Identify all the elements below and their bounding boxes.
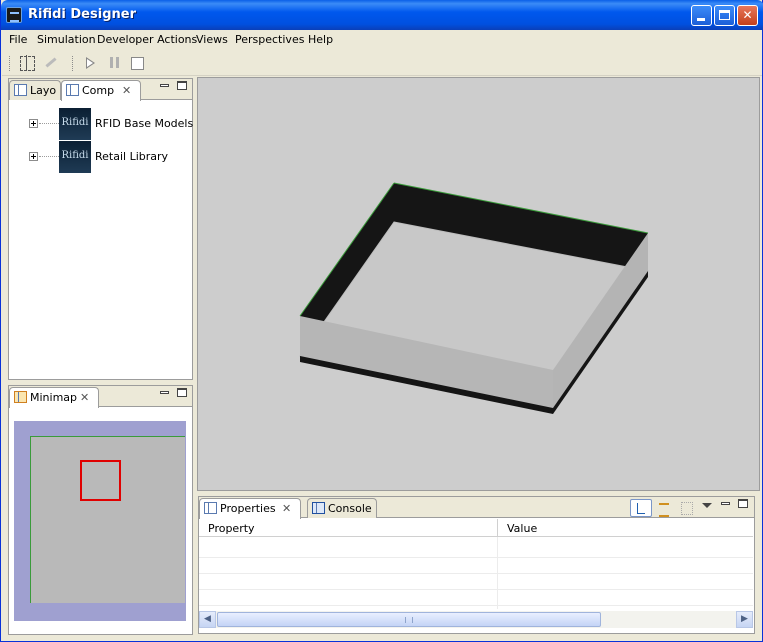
expand-icon[interactable] — [29, 119, 38, 128]
minimap-panel: Minimap ✕ — [8, 385, 193, 635]
scrollbar-grip-icon — [405, 617, 413, 623]
maximize-view-icon[interactable] — [177, 81, 187, 90]
table-row — [199, 605, 753, 606]
table-column-divider — [497, 537, 498, 609]
menu-views[interactable]: Views — [196, 33, 228, 46]
select-icon[interactable] — [19, 55, 35, 71]
tab-layout-label: Layo — [30, 84, 57, 97]
table-row — [199, 589, 753, 590]
layout-view-icon — [14, 84, 27, 96]
maximize-view-icon[interactable] — [177, 388, 187, 397]
stop-icon[interactable] — [129, 55, 145, 71]
filter-properties-icon[interactable] — [676, 499, 698, 517]
menu-help[interactable]: Help — [308, 33, 333, 46]
tab-properties-label: Properties — [220, 502, 276, 515]
tab-minimap[interactable]: Minimap ✕ — [9, 387, 99, 408]
minimize-button[interactable] — [691, 5, 712, 26]
scroll-right-button[interactable]: ▶ — [736, 611, 753, 628]
properties-tabstrip: Properties ✕ Console — [199, 497, 754, 519]
properties-panel: Properties ✕ Console Property Value ◀ ▶ — [198, 496, 755, 634]
table-row — [199, 573, 753, 574]
column-header-value[interactable]: Value — [507, 522, 537, 535]
close-button[interactable]: ✕ — [737, 5, 758, 26]
toolbar-grip[interactable] — [72, 56, 75, 71]
tab-minimap-label: Minimap — [30, 391, 78, 404]
rifidi-logo-icon: Rifidi — [59, 108, 91, 140]
components-tabstrip: Layo Comp ✕ — [9, 79, 192, 101]
minimize-view-icon[interactable] — [160, 84, 169, 87]
menu-simulation[interactable]: Simulation — [37, 33, 96, 46]
tree-connector — [39, 123, 59, 124]
close-icon: ✕ — [742, 8, 753, 22]
column-header-property[interactable]: Property — [208, 522, 255, 535]
components-panel: Layo Comp ✕ Rifidi RFID Base Models Rifi… — [8, 78, 193, 380]
column-separator[interactable] — [497, 519, 498, 537]
components-view-icon — [66, 84, 79, 96]
toolbar-grip[interactable] — [9, 56, 12, 71]
minimize-view-icon[interactable] — [721, 502, 730, 505]
scroll-left-button[interactable]: ◀ — [199, 611, 216, 628]
minimap-tabstrip: Minimap ✕ — [9, 386, 192, 408]
minimap-view-icon — [14, 391, 27, 403]
categories-toggle-icon[interactable] — [630, 499, 652, 517]
tree-item-label: Retail Library — [95, 150, 169, 163]
close-tab-icon[interactable]: ✕ — [282, 502, 291, 515]
properties-table-header: Property Value — [199, 519, 753, 537]
tree-item-label: RFID Base Models — [95, 117, 194, 130]
wand-icon[interactable] — [42, 55, 58, 71]
title-bar[interactable]: Rifidi Designer ✕ — [1, 0, 763, 30]
application-window: Rifidi Designer ✕ File Simulation Develo… — [0, 0, 763, 642]
tab-console-label: Console — [328, 502, 372, 515]
tab-components[interactable]: Comp ✕ — [61, 80, 141, 101]
tab-console[interactable]: Console — [307, 498, 377, 518]
table-row — [199, 557, 753, 558]
expand-icon[interactable] — [29, 152, 38, 161]
tab-components-label: Comp — [82, 84, 115, 97]
minimize-icon — [697, 18, 705, 21]
minimize-view-icon[interactable] — [160, 391, 169, 394]
menu-developer-actions[interactable]: Developer Actions — [97, 33, 197, 46]
menu-file[interactable]: File — [9, 33, 27, 46]
scene-canvas[interactable] — [198, 78, 759, 490]
maximize-icon — [719, 10, 730, 20]
tree-connector — [39, 156, 59, 157]
tab-layout[interactable]: Layo — [9, 80, 61, 100]
tab-properties[interactable]: Properties ✕ — [199, 498, 301, 519]
pause-icon[interactable] — [107, 55, 123, 71]
properties-view-icon — [204, 502, 217, 514]
maximize-view-icon[interactable] — [738, 499, 748, 508]
rifidi-logo-icon: Rifidi — [59, 141, 91, 173]
close-tab-icon[interactable]: ✕ — [80, 391, 89, 404]
advanced-properties-icon[interactable] — [654, 499, 676, 517]
window-title: Rifidi Designer — [28, 7, 136, 22]
close-tab-icon[interactable]: ✕ — [122, 84, 131, 97]
view-menu-icon[interactable] — [702, 503, 712, 508]
properties-horizontal-scrollbar[interactable]: ◀ ▶ — [199, 611, 753, 628]
rifidi-app-icon[interactable] — [6, 7, 22, 23]
3d-scene-view[interactable] — [197, 77, 760, 491]
console-view-icon — [312, 502, 325, 514]
scrollbar-thumb[interactable] — [217, 612, 601, 627]
menu-bar: File Simulation Developer Actions Views … — [2, 30, 762, 50]
main-toolbar — [2, 50, 762, 76]
minimap-viewport-frame[interactable] — [80, 460, 121, 501]
menu-perspectives[interactable]: Perspectives — [235, 33, 304, 46]
play-icon[interactable] — [86, 57, 95, 69]
maximize-button[interactable] — [714, 5, 735, 26]
